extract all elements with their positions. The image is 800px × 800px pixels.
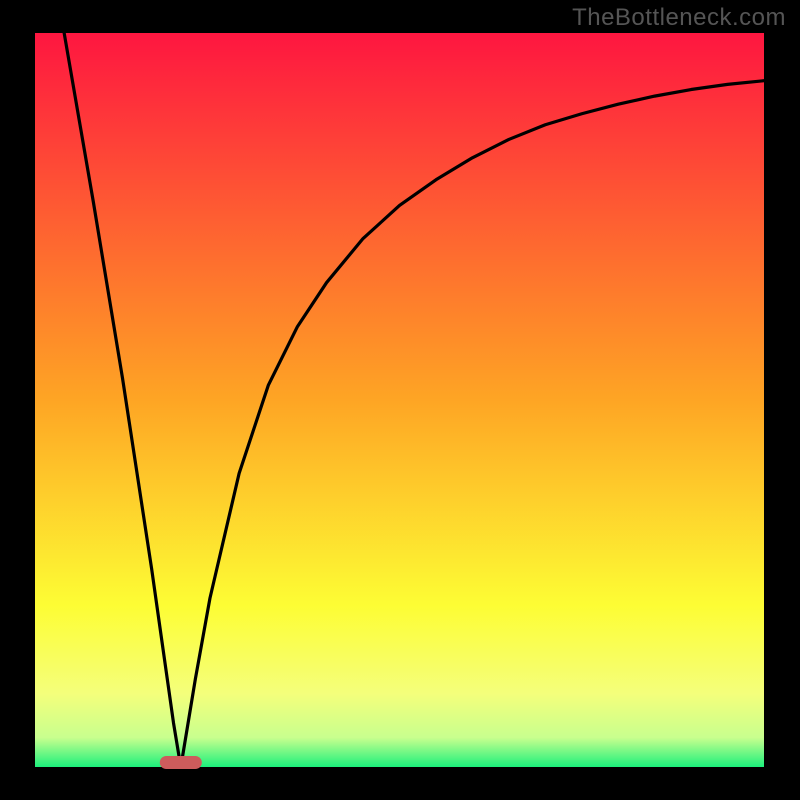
watermark-text: TheBottleneck.com — [572, 4, 786, 32]
chart-svg — [0, 0, 800, 800]
chart-container: TheBottleneck.com — [0, 0, 800, 800]
